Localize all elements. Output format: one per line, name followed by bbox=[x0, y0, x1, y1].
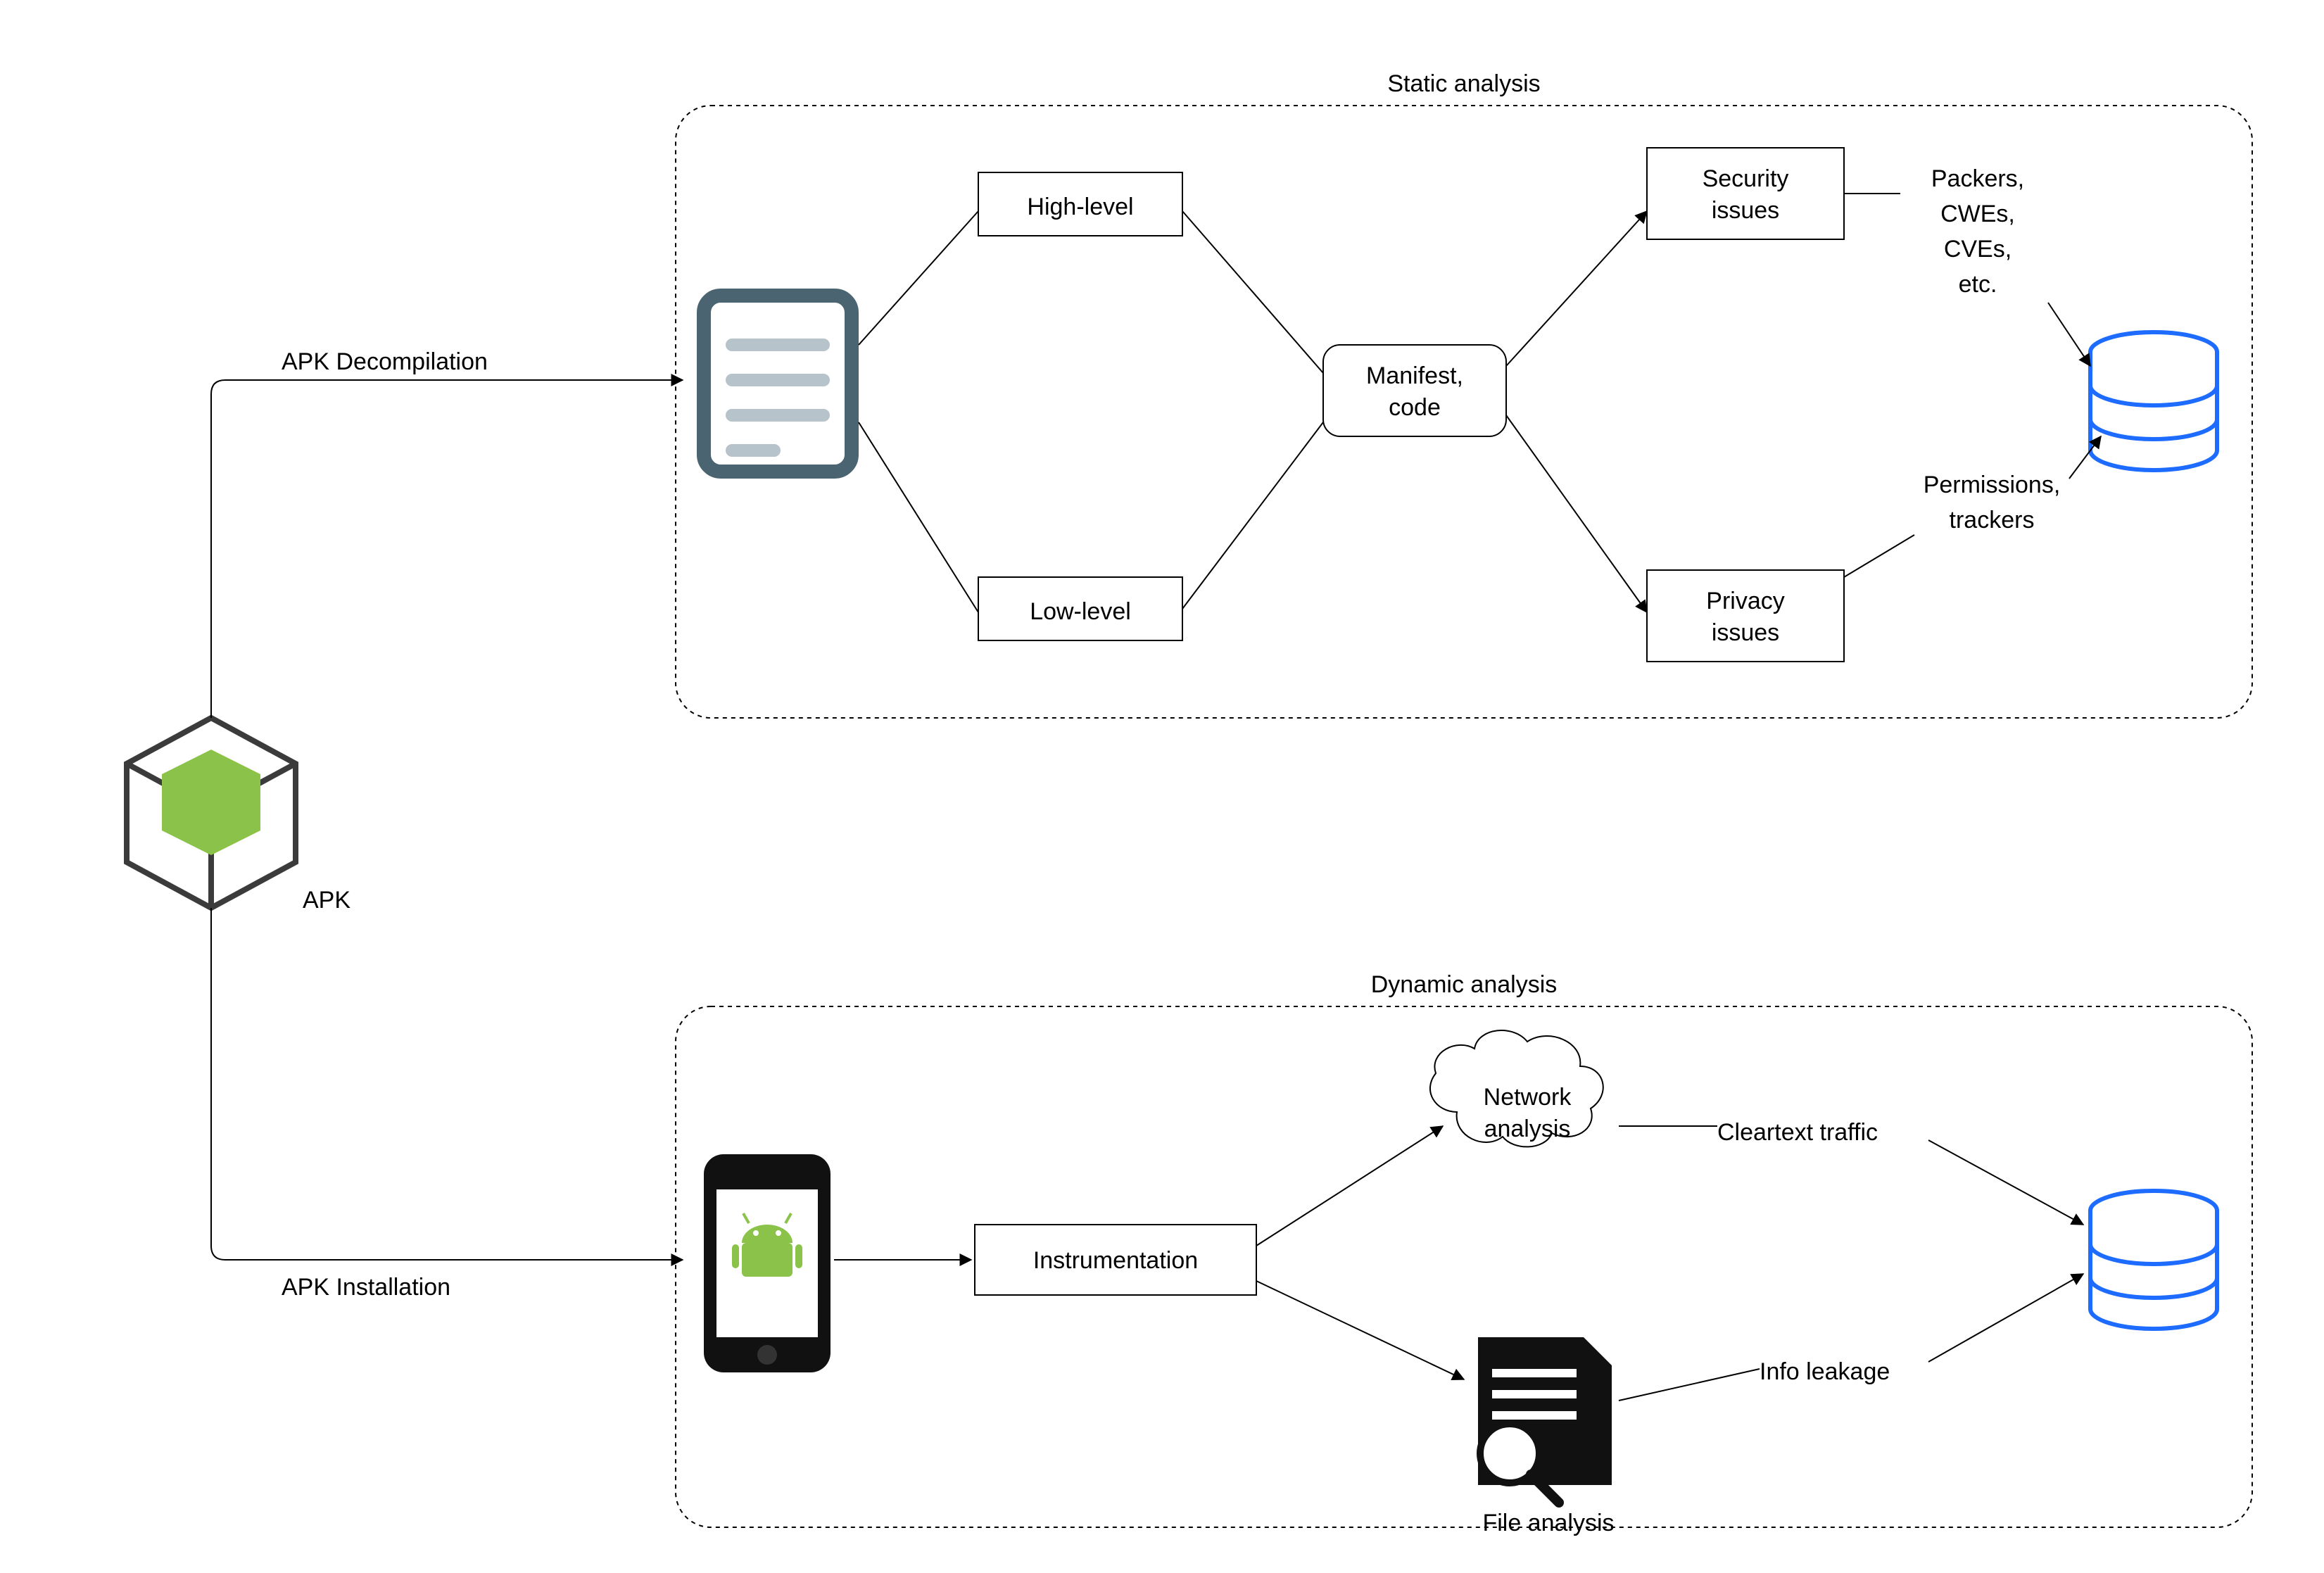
edge-decompilation-label: APK Decompilation bbox=[282, 348, 488, 375]
edge-doc-high bbox=[859, 211, 978, 345]
edge-privacy-note bbox=[1844, 535, 1914, 577]
security-box bbox=[1647, 148, 1844, 239]
sec-note-2: CWEs, bbox=[1940, 201, 2015, 227]
edge-doc-low bbox=[859, 422, 978, 612]
dynamic-title: Dynamic analysis bbox=[1371, 971, 1558, 998]
edge-installation bbox=[211, 908, 683, 1260]
leakage-label: Info leakage bbox=[1760, 1358, 1890, 1385]
high-level-label: High-level bbox=[1027, 194, 1133, 220]
cleartext-label: Cleartext traffic bbox=[1717, 1119, 1878, 1146]
phone-icon bbox=[704, 1154, 831, 1372]
instrumentation-label: Instrumentation bbox=[1033, 1247, 1198, 1274]
edge-leakage-db bbox=[1928, 1274, 2083, 1362]
security-line1: Security bbox=[1703, 165, 1789, 192]
edge-decompilation bbox=[211, 380, 683, 718]
manifest-line1: Manifest, bbox=[1366, 362, 1463, 389]
edge-installation-label: APK Installation bbox=[282, 1274, 450, 1301]
network-line2: analysis bbox=[1484, 1116, 1571, 1142]
priv-note-1: Permissions, bbox=[1924, 472, 2061, 498]
low-level-label: Low-level bbox=[1030, 598, 1131, 625]
edge-file-leakage bbox=[1619, 1369, 1760, 1401]
apk-icon bbox=[127, 718, 296, 908]
edge-low-manifest bbox=[1182, 422, 1323, 609]
edge-instr-file bbox=[1256, 1281, 1464, 1379]
database-icon-static bbox=[2090, 332, 2217, 470]
security-line2: issues bbox=[1712, 197, 1779, 224]
sec-note-4: etc. bbox=[1959, 271, 1997, 298]
privacy-line2: issues bbox=[1712, 619, 1779, 646]
privacy-line1: Privacy bbox=[1706, 588, 1784, 614]
edge-manifest-security bbox=[1506, 211, 1647, 366]
static-title: Static analysis bbox=[1387, 70, 1540, 97]
database-icon-dynamic bbox=[2090, 1191, 2217, 1329]
edge-manifest-privacy bbox=[1506, 415, 1647, 612]
edge-secnote-db bbox=[2048, 303, 2090, 366]
manifest-line2: code bbox=[1389, 394, 1441, 421]
network-line1: Network bbox=[1484, 1084, 1572, 1111]
priv-note-2: trackers bbox=[1950, 507, 2035, 533]
file-analysis-label: File analysis bbox=[1482, 1510, 1614, 1536]
edge-high-manifest bbox=[1182, 211, 1323, 373]
diagram-canvas: APK APK Decompilation APK Installation S… bbox=[0, 0, 2324, 1573]
edge-instr-network bbox=[1256, 1126, 1443, 1246]
privacy-box bbox=[1647, 570, 1844, 662]
sec-note-1: Packers, bbox=[1931, 165, 2024, 192]
edge-cleartext-db bbox=[1928, 1140, 2083, 1225]
apk-label: APK bbox=[303, 887, 351, 914]
manifest-box bbox=[1323, 345, 1506, 436]
document-icon bbox=[704, 296, 852, 472]
file-analysis-icon bbox=[1478, 1337, 1612, 1503]
sec-note-3: CVEs, bbox=[1944, 236, 2012, 263]
